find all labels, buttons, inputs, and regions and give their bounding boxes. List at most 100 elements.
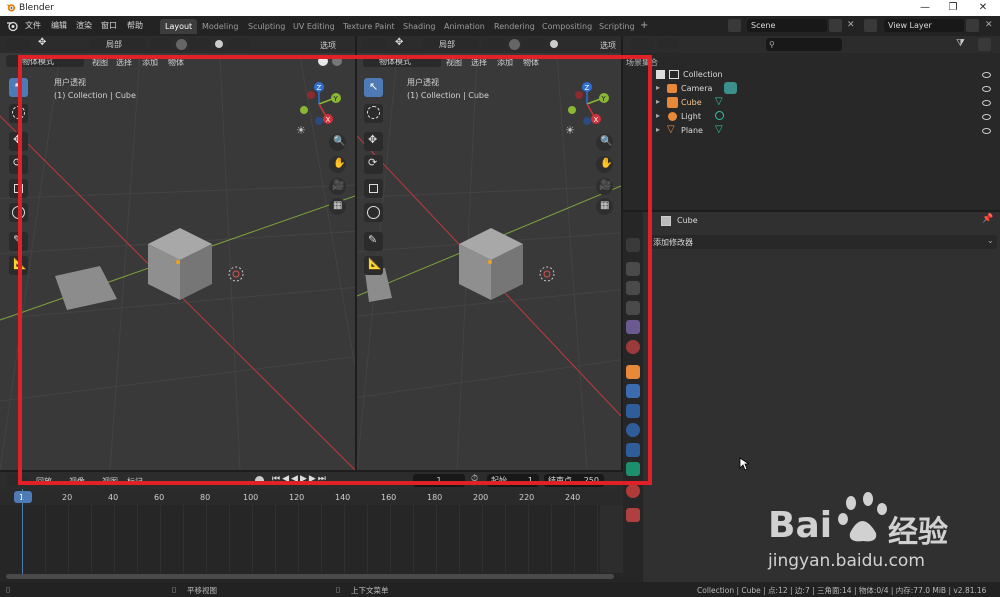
blender-menu-icon[interactable] — [6, 20, 18, 32]
tab-compositing[interactable]: Compositing — [537, 19, 597, 34]
viewlayer-browse-icon[interactable] — [864, 19, 877, 32]
add-modifier-dropdown[interactable]: 添加修改器 ⌄ — [649, 235, 997, 249]
options-label-right[interactable]: 选项 — [600, 40, 616, 51]
pin-icon[interactable]: 📌 — [982, 214, 993, 224]
scene-close-icon[interactable]: ✕ — [847, 20, 855, 30]
texture-tab-icon[interactable] — [626, 508, 640, 522]
viewlayer-copy-icon[interactable] — [966, 19, 979, 32]
snap-icon-right[interactable] — [509, 39, 520, 50]
mesh-data-icon[interactable]: ▽ — [715, 96, 723, 107]
tab-shading[interactable]: Shading — [398, 19, 441, 34]
proportional-edit-icon[interactable] — [215, 40, 223, 48]
status-bar: ▯ ▯ 平移视图 ▯ 上下文菜单 Collection | Cube | 点:1… — [0, 582, 1000, 597]
outliner-row-camera[interactable]: ▸ Camera — [623, 82, 1000, 96]
expand-arrow-icon[interactable]: ▸ — [656, 97, 660, 106]
timeline-panel: 回放 视像 视图 标记 ⏮◀◀▶▶⏭ 1 ⏱ 起始 1 结束点 250 1 20… — [0, 472, 623, 582]
options-label[interactable]: 选项 — [320, 40, 336, 51]
camera-data-icon[interactable] — [724, 82, 737, 94]
timeline-scrollbar[interactable] — [6, 574, 614, 579]
falloff-dropdown[interactable] — [228, 38, 250, 50]
search-icon: ⚲ — [769, 40, 775, 49]
outliner-editor-type-dropdown[interactable] — [631, 38, 653, 50]
outliner-header: ⚲ ⧩ — [623, 36, 1000, 53]
mesh-data-icon[interactable]: ▽ — [715, 124, 723, 135]
expand-arrow-icon[interactable]: ▸ — [656, 111, 660, 120]
object-type-icon — [661, 216, 671, 226]
frame-tick: 40 — [108, 493, 119, 502]
snap-dropdown-right[interactable] — [523, 38, 545, 50]
transform-orientation-label-right: 局部 — [439, 40, 455, 49]
add-modifier-label: 添加修改器 — [653, 238, 693, 247]
menu-window[interactable]: 窗口 — [101, 20, 117, 31]
menu-render[interactable]: 渲染 — [76, 20, 92, 31]
pivot-dropdown-right[interactable] — [483, 38, 505, 50]
add-workspace-icon[interactable]: + — [640, 20, 648, 31]
tab-uv-editing[interactable]: UV Editing — [288, 19, 340, 34]
viewlayer-close-icon[interactable]: ✕ — [985, 20, 993, 30]
scene-statistics: Collection | Cube | 点:12 | 边:7 | 三角面:14 … — [697, 586, 987, 595]
scene-browse-icon[interactable] — [728, 19, 741, 32]
collection-checkbox[interactable] — [656, 70, 665, 79]
material-tab-icon[interactable] — [626, 484, 640, 498]
transform-orientation-dropdown[interactable]: 局部 — [90, 38, 146, 50]
tab-animation[interactable]: Animation — [439, 19, 490, 34]
tab-sculpting[interactable]: Sculpting — [243, 19, 290, 34]
viewport-right-header: ✥ 局部 选项 — [357, 36, 621, 53]
visibility-eye-icon[interactable] — [982, 100, 991, 106]
maximize-button[interactable]: ❐ — [938, 0, 968, 16]
mesh-object-icon — [667, 97, 678, 108]
move-cursor-icon[interactable]: ✥ — [38, 37, 46, 48]
menu-file[interactable]: 文件 — [25, 20, 41, 31]
menu-help[interactable]: 帮助 — [127, 20, 143, 31]
tab-layout[interactable]: Layout — [160, 19, 198, 34]
pivot-dropdown[interactable] — [150, 38, 172, 50]
snap-icon[interactable] — [176, 39, 187, 50]
menu-edit[interactable]: 编辑 — [51, 20, 67, 31]
outliner-display-mode-dropdown[interactable] — [657, 38, 679, 50]
outliner-row-cube[interactable]: ▸ Cube ▽ — [623, 96, 1000, 110]
tab-texture-paint[interactable]: Texture Paint — [338, 19, 400, 34]
transform-orientation-dropdown-right[interactable]: 局部 — [423, 38, 479, 50]
watermark-brand: Bai — [768, 505, 833, 546]
visibility-eye-icon[interactable] — [982, 114, 991, 120]
tab-rendering[interactable]: Rendering — [489, 19, 540, 34]
editor-type-dropdown[interactable] — [6, 38, 30, 50]
filter-icon[interactable]: ⧩ — [956, 38, 965, 49]
top-menubar: 文件 编辑 渲染 窗口 帮助 Layout Modeling Sculpting… — [0, 16, 1000, 36]
tab-scripting[interactable]: Scripting — [594, 19, 640, 34]
outliner-search-input[interactable]: ⚲ — [766, 38, 842, 51]
frame-tick: 60 — [154, 493, 165, 502]
visibility-eye-icon[interactable] — [982, 86, 991, 92]
timeline-track-area[interactable] — [0, 505, 600, 573]
frame-tick: 240 — [565, 493, 581, 502]
timeline-side-region — [600, 505, 623, 573]
expand-arrow-icon[interactable]: ▸ — [656, 125, 660, 134]
playhead-line — [22, 489, 23, 579]
outliner-row-plane[interactable]: ▸ ▽ Plane ▽ — [623, 124, 1000, 138]
expand-arrow-icon[interactable]: ▸ — [656, 83, 660, 92]
outliner-row-light[interactable]: ▸ Light — [623, 110, 1000, 124]
scene-copy-icon[interactable] — [829, 19, 842, 32]
outliner-panel: ⚲ ⧩ 场景集合 Collection ▸ Camera ▸ Cube ▽ ▸ — [623, 36, 1000, 210]
move-cursor-icon-right[interactable]: ✥ — [395, 37, 403, 48]
close-button[interactable]: ✕ — [968, 0, 998, 16]
scene-name-field[interactable]: Scene — [747, 19, 827, 32]
outliner-row-collection[interactable]: Collection — [623, 68, 1000, 82]
visibility-eye-icon[interactable] — [982, 72, 991, 78]
tab-modeling[interactable]: Modeling — [197, 19, 243, 34]
viewlayer-name-field[interactable]: View Layer — [884, 19, 964, 32]
frame-tick: 180 — [427, 493, 443, 502]
frame-tick: 100 — [243, 493, 259, 502]
outliner-label-plane: Plane — [681, 126, 703, 135]
visibility-eye-icon[interactable] — [982, 128, 991, 134]
outliner-label-collection: Collection — [683, 70, 723, 79]
frame-tick: 160 — [381, 493, 397, 502]
collection-icon — [669, 70, 679, 79]
minimize-button[interactable]: — — [910, 0, 940, 16]
new-collection-icon[interactable] — [978, 38, 991, 51]
editor-type-dropdown-right[interactable] — [363, 38, 387, 50]
mouse-right-icon: ▯ — [336, 585, 341, 594]
proportional-edit-icon-right[interactable] — [550, 40, 558, 48]
snap-dropdown[interactable] — [189, 38, 211, 50]
light-data-icon[interactable] — [715, 111, 724, 120]
